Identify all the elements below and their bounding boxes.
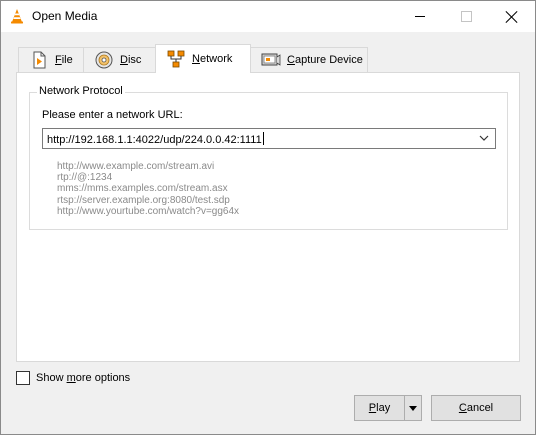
maximize-button[interactable] [443,1,489,32]
tab-capture-device-label: Capture Device [287,54,363,66]
show-more-checkbox[interactable] [16,371,30,385]
show-more-options[interactable]: Show more options [16,371,130,385]
minimize-button[interactable] [397,1,443,32]
maximize-icon [460,11,472,22]
play-dropdown-button[interactable] [404,395,422,421]
window-title: Open Media [32,9,98,23]
close-icon [506,11,518,23]
network-tab-panel: Network Protocol Please enter a network … [16,72,520,362]
network-url-combobox[interactable]: http://192.168.1.1:4022/udp/224.0.0.42:1… [42,128,496,149]
network-icon [167,50,185,68]
cancel-button[interactable]: Cancel [431,395,521,421]
title-bar[interactable]: Open Media [1,1,535,32]
play-button-label: Play [368,402,391,414]
minimize-icon [415,16,425,17]
tab-disc-label: Disc [120,54,142,66]
close-button[interactable] [489,1,535,32]
example-line: rtp://@:1234 [57,172,113,184]
example-line: mms://mms.examples.com/stream.asx [57,183,228,195]
vlc-cone-icon [11,9,23,24]
tab-disc[interactable]: Disc [83,47,156,72]
tab-network[interactable]: Network [155,44,251,73]
url-examples: http://www.example.com/stream.avi rtp://… [57,161,239,217]
tab-file[interactable]: File [18,47,84,72]
example-line: rtsp://server.example.org:8080/test.sdp [57,194,230,206]
group-title: Network Protocol [37,85,125,97]
dropdown-arrow-icon [409,405,417,411]
show-more-label[interactable]: Show more options [36,372,130,384]
example-line: http://www.example.com/stream.avi [57,161,215,172]
disc-icon [95,51,113,69]
file-icon [33,51,46,69]
open-media-dialog: Open Media File Disc Network Capture Dev… [0,0,536,435]
network-protocol-group: Network Protocol Please enter a network … [29,85,508,230]
cancel-button-label: Cancel [458,402,494,414]
tab-network-label: Network [192,53,233,65]
example-line: http://www.yourtube.com/watch?v=gg64x [57,205,240,217]
tab-file-label: File [55,54,73,66]
network-url-value[interactable]: http://192.168.1.1:4022/udp/224.0.0.42:1… [47,132,264,146]
url-label: Please enter a network URL: [42,109,183,121]
capture-device-icon [261,53,281,66]
play-button[interactable]: Play [354,395,405,421]
chevron-down-icon[interactable] [478,132,490,144]
tab-capture-device[interactable]: Capture Device [250,47,368,72]
